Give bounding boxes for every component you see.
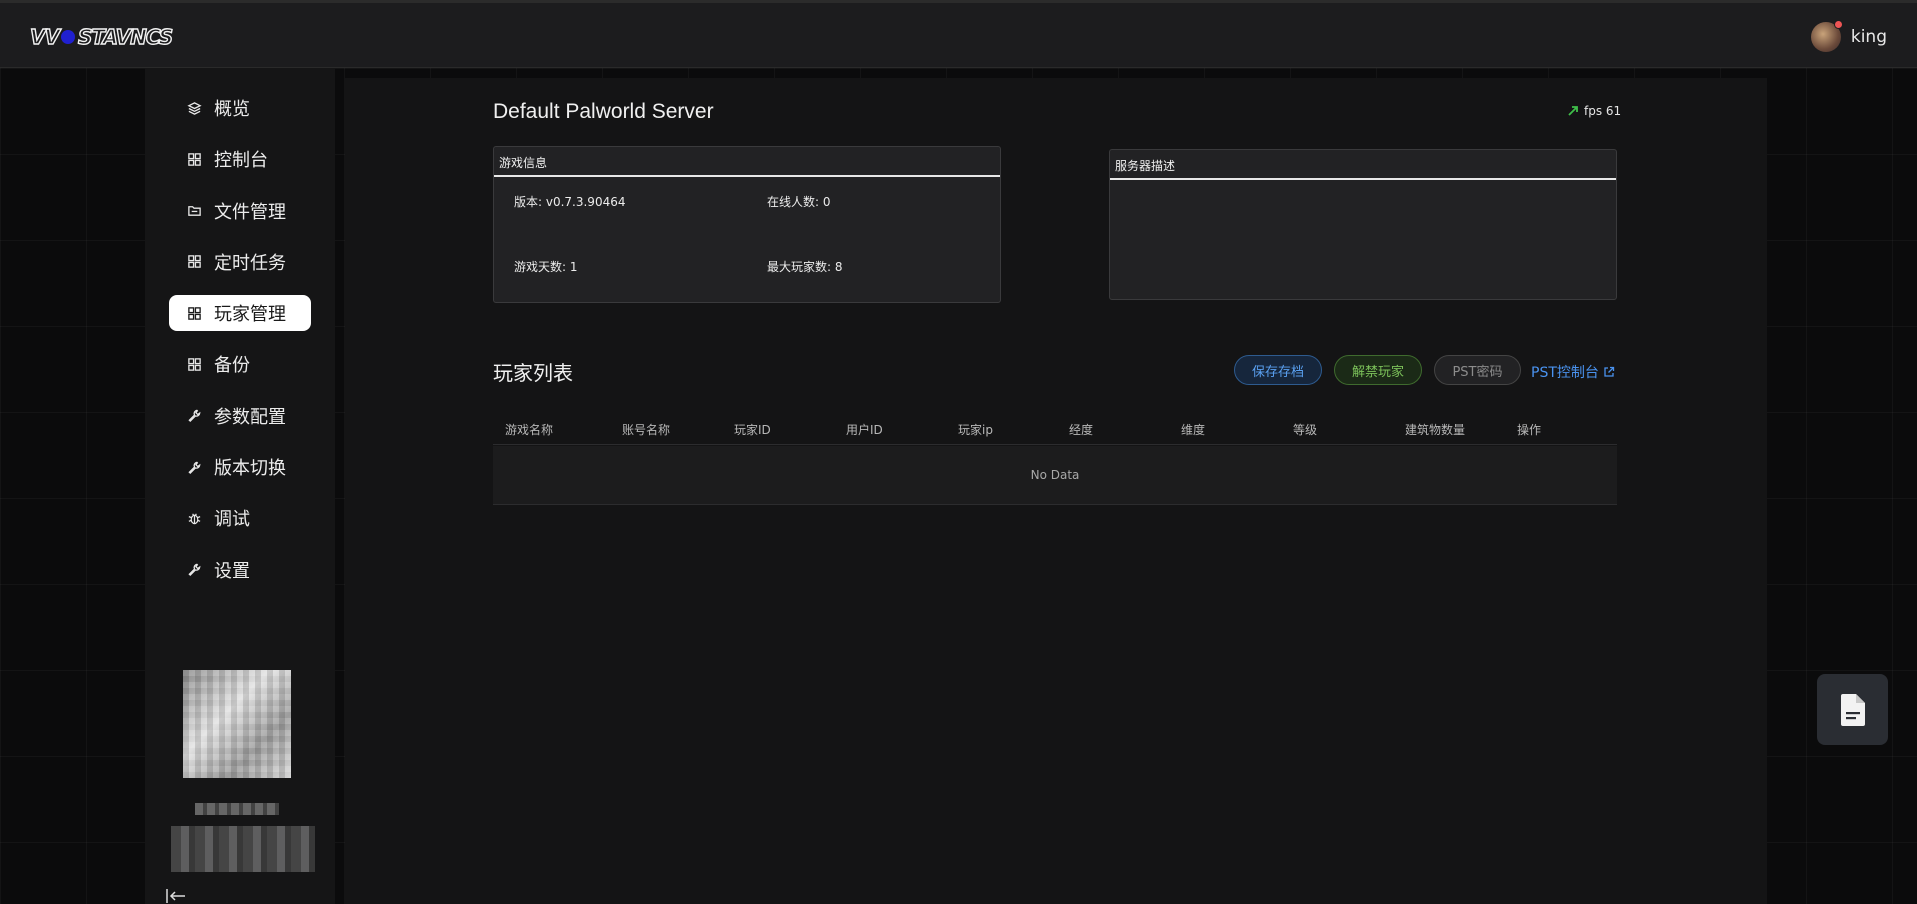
column-header: 维度 bbox=[1181, 423, 1206, 437]
server-description-title: 服务器描述 bbox=[1110, 150, 1616, 180]
bug-icon bbox=[186, 510, 202, 526]
svg-text:VV: VV bbox=[30, 25, 61, 49]
sidebar-item-label: 控制台 bbox=[214, 150, 268, 172]
sidebar-nav: 概览 控制台 文件管理 定时任务 玩家管理 备份 参数配置 版本切换 调试 设置 bbox=[169, 90, 311, 603]
app-logo[interactable]: VV STAVNCS bbox=[30, 25, 200, 49]
column-header: 建筑物数量 bbox=[1405, 423, 1466, 437]
collapse-sidebar-icon[interactable] bbox=[165, 888, 187, 904]
max-players: 最大玩家数: 8 bbox=[767, 260, 843, 274]
pst-console-label: PST控制台 bbox=[1531, 365, 1599, 381]
blurred-image bbox=[171, 826, 315, 872]
sidebar-item-settings[interactable]: 设置 bbox=[169, 552, 311, 588]
top-bar: VV STAVNCS king bbox=[0, 0, 1917, 68]
column-header: 操作 bbox=[1517, 423, 1542, 437]
sidebar: 概览 控制台 文件管理 定时任务 玩家管理 备份 参数配置 版本切换 调试 设置 bbox=[145, 68, 335, 904]
document-icon bbox=[1840, 693, 1865, 726]
fps-arrow-icon bbox=[1568, 106, 1578, 116]
table-empty-row: No Data bbox=[493, 446, 1617, 505]
wrench-icon bbox=[186, 562, 202, 578]
grid-icon bbox=[186, 254, 202, 270]
server-description-card: 服务器描述 bbox=[1109, 149, 1617, 300]
sidebar-item-label: 玩家管理 bbox=[214, 304, 286, 326]
online-players: 在线人数: 0 bbox=[767, 195, 831, 209]
unban-player-button[interactable]: 解禁玩家 bbox=[1334, 355, 1422, 385]
column-header: 玩家ip bbox=[958, 423, 993, 437]
sidebar-item-overview[interactable]: 概览 bbox=[169, 90, 311, 126]
svg-text:STAVNCS: STAVNCS bbox=[78, 25, 173, 49]
server-title: Default Palworld Server bbox=[493, 100, 714, 123]
folder-icon bbox=[186, 203, 202, 219]
sidebar-item-label: 版本切换 bbox=[214, 458, 286, 480]
fps-label: fps 61 bbox=[1584, 104, 1622, 118]
sidebar-item-parameters[interactable]: 参数配置 bbox=[169, 398, 311, 434]
external-link-icon bbox=[1604, 366, 1615, 377]
blurred-caption bbox=[195, 803, 279, 815]
column-header: 玩家ID bbox=[734, 423, 771, 437]
sidebar-item-files[interactable]: 文件管理 bbox=[169, 193, 311, 229]
avatar[interactable] bbox=[1810, 20, 1843, 52]
game-days: 游戏天数: 1 bbox=[514, 260, 578, 274]
game-info-title: 游戏信息 bbox=[494, 147, 1000, 177]
wrench-icon bbox=[186, 459, 202, 475]
sidebar-item-label: 定时任务 bbox=[214, 252, 286, 274]
player-list-title: 玩家列表 bbox=[493, 361, 573, 385]
grid-icon bbox=[186, 151, 202, 167]
pst-console-link[interactable]: PST控制台 bbox=[1531, 362, 1615, 382]
game-version: 版本: v0.7.3.90464 bbox=[514, 195, 626, 209]
sidebar-item-label: 概览 bbox=[214, 99, 250, 120]
sidebar-item-label: 设置 bbox=[214, 560, 250, 582]
grid-icon bbox=[186, 356, 202, 372]
game-info-card: 游戏信息 版本: v0.7.3.90464 在线人数: 0 游戏天数: 1 最大… bbox=[493, 146, 1001, 303]
pst-password-button[interactable]: PST密码 bbox=[1434, 355, 1521, 385]
table-header: 游戏名称 账号名称 玩家ID 用户ID 玩家ip 经度 维度 等级 建筑物数量 … bbox=[493, 412, 1617, 445]
column-header: 经度 bbox=[1069, 423, 1094, 437]
empty-text: No Data bbox=[1030, 468, 1080, 482]
sidebar-item-label: 调试 bbox=[214, 509, 250, 531]
sidebar-item-console[interactable]: 控制台 bbox=[169, 141, 311, 177]
sidebar-item-player-management[interactable]: 玩家管理 bbox=[169, 295, 311, 332]
save-archive-button[interactable]: 保存存档 bbox=[1234, 355, 1322, 385]
grid-icon bbox=[186, 305, 202, 321]
column-header: 游戏名称 bbox=[505, 423, 554, 437]
user-menu[interactable]: king bbox=[1810, 20, 1887, 53]
sidebar-item-label: 备份 bbox=[214, 355, 250, 377]
sidebar-item-label: 参数配置 bbox=[214, 406, 286, 428]
sidebar-item-backup[interactable]: 备份 bbox=[169, 346, 311, 382]
column-header: 用户ID bbox=[846, 423, 883, 437]
username: king bbox=[1850, 27, 1887, 47]
column-header: 等级 bbox=[1293, 423, 1318, 437]
wrench-icon bbox=[186, 408, 202, 424]
sidebar-item-label: 文件管理 bbox=[214, 201, 286, 223]
sidebar-item-scheduled-tasks[interactable]: 定时任务 bbox=[169, 244, 311, 280]
sidebar-item-debug[interactable]: 调试 bbox=[169, 500, 311, 536]
qr-code-image bbox=[183, 670, 291, 778]
notification-dot bbox=[1833, 20, 1843, 29]
layers-icon bbox=[186, 100, 202, 116]
fps-indicator: fps 61 bbox=[1568, 104, 1621, 118]
column-header: 账号名称 bbox=[622, 423, 671, 437]
player-table: 游戏名称 账号名称 玩家ID 用户ID 玩家ip 经度 维度 等级 建筑物数量 … bbox=[493, 412, 1617, 505]
document-float-button[interactable] bbox=[1817, 674, 1888, 745]
sidebar-item-version-switch[interactable]: 版本切换 bbox=[169, 449, 311, 485]
